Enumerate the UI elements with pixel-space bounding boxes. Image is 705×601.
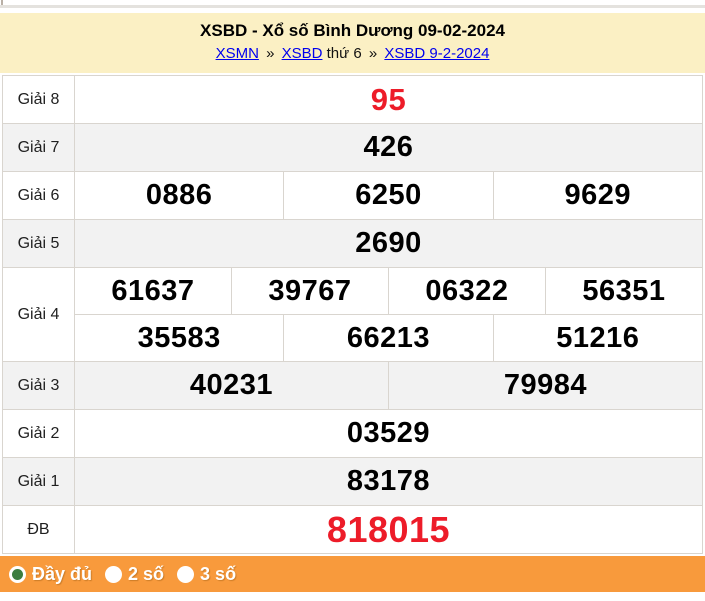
prize6-number: 0886 <box>73 171 285 220</box>
breadcrumb-link-xsbd[interactable]: XSBD <box>282 45 323 62</box>
prize2-number: 03529 <box>74 409 703 458</box>
option-label: 2 số <box>128 563 165 584</box>
prize3-number: 40231 <box>74 361 389 410</box>
prize4-number: 66213 <box>283 314 494 362</box>
prize-label: Giải 8 <box>2 75 75 124</box>
prize-label: Giải 7 <box>2 123 75 172</box>
table-row-prize6: Giải 6 0886 6250 9629 <box>2 171 704 220</box>
prize6-number: 9629 <box>492 171 704 220</box>
prize-label: Giải 6 <box>2 171 75 220</box>
breadcrumb-weekday: thứ 6 <box>326 45 362 62</box>
table-row-prize8: Giải 8 95 <box>2 75 703 124</box>
table-row-prize4-line1: Giải 4 61637 39767 06322 56351 <box>2 267 704 362</box>
prize4-number: 56351 <box>544 267 704 315</box>
horizontal-divider <box>0 5 705 8</box>
prize4-number: 51216 <box>492 314 704 362</box>
prize6-number: 6250 <box>283 171 494 220</box>
table-row-prize5: Giải 5 2690 <box>2 219 703 268</box>
prize-label: ĐB <box>2 505 75 554</box>
option-3-digits[interactable]: 3 số <box>177 564 236 585</box>
table-row-prize7: Giải 7 426 <box>2 123 703 172</box>
prize4-number: 61637 <box>74 267 232 315</box>
page-title: XSBD - Xổ số Bình Dương 09-02-2024 <box>200 21 505 40</box>
table-row-special-prize: ĐB 818015 <box>2 505 703 554</box>
prize4-number: 39767 <box>230 267 389 315</box>
prize-label: Giải 2 <box>2 409 75 458</box>
breadcrumb-link-date[interactable]: XSBD 9-2-2024 <box>384 45 489 62</box>
breadcrumb-separator: » <box>266 45 275 62</box>
breadcrumb-separator: » <box>368 45 378 62</box>
prize4-number: 06322 <box>387 267 546 315</box>
lottery-header: XSBD - Xổ số Bình Dương 09-02-2024 XSMN … <box>0 13 705 73</box>
breadcrumb: XSMN » XSBD thứ 6 » XSBD 9-2-2024 <box>0 44 705 64</box>
radio-unselected-icon[interactable] <box>105 565 123 583</box>
prize1-number: 83178 <box>74 457 703 506</box>
special-prize-number: 818015 <box>74 505 703 554</box>
breadcrumb-link-xsmn[interactable]: XSMN <box>216 45 259 62</box>
display-options-bar: Đầy đủ 2 số 3 số <box>0 556 705 592</box>
table-row-prize2: Giải 2 03529 <box>2 409 703 458</box>
prize3-number: 79984 <box>387 361 704 410</box>
table-row-prize3: Giải 3 40231 79984 <box>2 361 704 410</box>
results-table: Giải 8 95 Giải 7 426 Giải 6 0886 6250 96… <box>2 75 704 554</box>
prize-label: Giải 5 <box>2 219 75 268</box>
prize7-number: 426 <box>74 123 703 172</box>
prize5-number: 2690 <box>74 219 703 268</box>
prize-label: Giải 3 <box>2 361 75 410</box>
prize4-number: 35583 <box>73 314 285 362</box>
table-row-prize4-line2: 35583 66213 51216 <box>3 314 704 362</box>
prize8-number: 95 <box>74 75 703 124</box>
radio-unselected-icon[interactable] <box>177 565 195 583</box>
radio-selected-icon[interactable] <box>9 565 26 583</box>
option-label: Đầy đủ <box>32 563 93 584</box>
table-row-prize1: Giải 1 83178 <box>2 457 703 506</box>
prize-label: Giải 4 <box>2 267 75 362</box>
prize-label: Giải 1 <box>2 457 75 506</box>
option-label: 3 số <box>200 563 237 584</box>
top-page-fragment <box>0 0 705 13</box>
option-full-digits[interactable]: Đầy đủ <box>9 564 92 585</box>
option-2-digits[interactable]: 2 số <box>105 564 164 585</box>
